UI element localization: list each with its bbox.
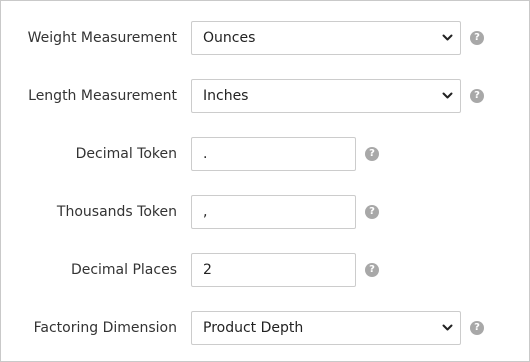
- thousands-token-label: Thousands Token: [56, 204, 177, 220]
- weight-measurement-label: Weight Measurement: [27, 30, 177, 46]
- chevron-down-icon: [442, 92, 453, 99]
- factoring-dimension-label: Factoring Dimension: [33, 320, 177, 336]
- length-measurement-value: Inches: [203, 88, 249, 104]
- decimal-token-row: Decimal Token . ?: [1, 137, 529, 171]
- thousands-token-value: ,: [203, 204, 208, 220]
- thousands-token-input[interactable]: ,: [191, 195, 356, 229]
- help-icon-length-measurement[interactable]: ?: [470, 89, 484, 103]
- help-icon-thousands-token[interactable]: ?: [365, 205, 379, 219]
- chevron-down-icon: [442, 324, 453, 331]
- length-measurement-select[interactable]: Inches: [191, 79, 461, 113]
- decimal-places-label: Decimal Places: [70, 262, 177, 278]
- help-icon-decimal-token[interactable]: ?: [365, 147, 379, 161]
- decimal-places-value: 2: [203, 262, 212, 278]
- weight-measurement-row: Weight Measurement Ounces ?: [1, 21, 529, 55]
- settings-panel: Weight Measurement Ounces ? Length Measu…: [0, 0, 530, 362]
- chevron-down-icon: [442, 34, 453, 41]
- factoring-dimension-row: Factoring Dimension Product Depth ?: [1, 311, 529, 345]
- length-measurement-label: Length Measurement: [28, 88, 177, 104]
- decimal-token-input[interactable]: .: [191, 137, 356, 171]
- help-icon-weight-measurement[interactable]: ?: [470, 31, 484, 45]
- help-icon-factoring-dimension[interactable]: ?: [470, 321, 484, 335]
- decimal-places-input[interactable]: 2: [191, 253, 356, 287]
- decimal-places-row: Decimal Places 2 ?: [1, 253, 529, 287]
- decimal-token-label: Decimal Token: [75, 146, 177, 162]
- length-measurement-row: Length Measurement Inches ?: [1, 79, 529, 113]
- factoring-dimension-value: Product Depth: [203, 320, 304, 336]
- decimal-token-value: .: [203, 146, 208, 162]
- help-icon-decimal-places[interactable]: ?: [365, 263, 379, 277]
- weight-measurement-select[interactable]: Ounces: [191, 21, 461, 55]
- factoring-dimension-select[interactable]: Product Depth: [191, 311, 461, 345]
- thousands-token-row: Thousands Token , ?: [1, 195, 529, 229]
- weight-measurement-value: Ounces: [203, 30, 256, 46]
